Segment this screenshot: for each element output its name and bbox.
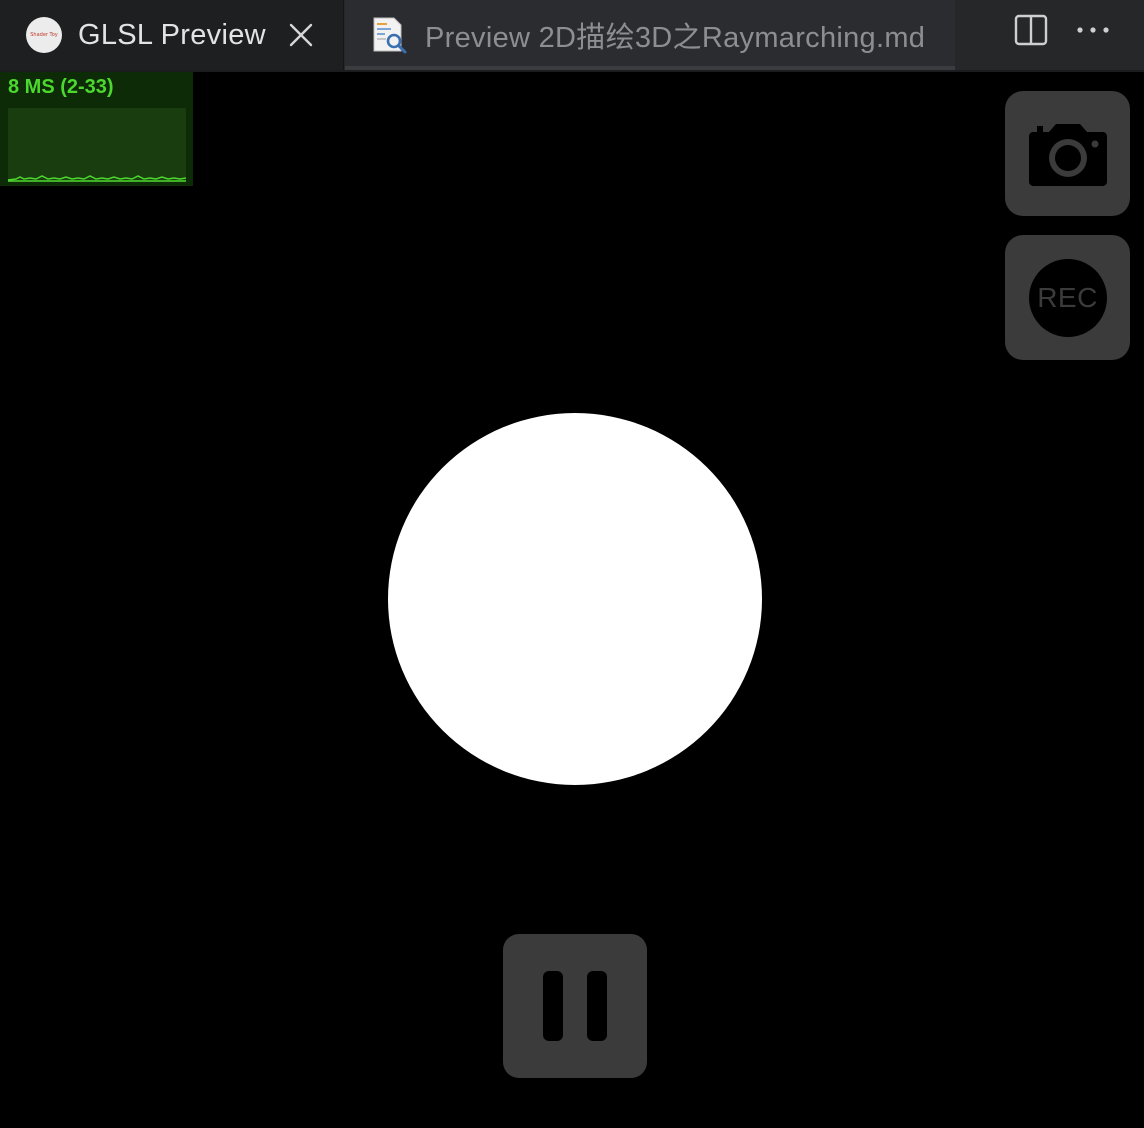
split-editor-button[interactable] <box>1006 0 1056 60</box>
fps-stats-panel[interactable]: 8 MS (2-33) <box>0 72 193 186</box>
tab-title-glsl-preview: GLSL Preview <box>78 18 266 51</box>
shader-canvas[interactable]: 8 MS (2-33) REC <box>0 72 1144 1128</box>
rendered-circle <box>388 413 762 785</box>
more-actions-button[interactable] <box>1068 0 1118 60</box>
record-label: REC <box>1037 281 1098 313</box>
glsl-preview-window: Shader Toy GLSL Preview Preview 2D描绘3D之R… <box>0 0 1144 1128</box>
more-ellipsis-icon <box>1077 27 1109 33</box>
pause-icon-bar-right <box>587 971 607 1041</box>
camera-icon <box>1028 123 1107 186</box>
pause-icon-bar-left <box>543 971 563 1041</box>
split-editor-icon <box>1014 14 1048 46</box>
markdown-preview-icon <box>373 17 407 54</box>
record-button[interactable]: REC <box>1005 235 1130 360</box>
favicon-text: Shader Toy <box>30 32 58 38</box>
frame-time-graph <box>7 108 187 182</box>
snapshot-button[interactable] <box>1005 91 1130 216</box>
pause-button[interactable] <box>503 934 647 1078</box>
record-icon: REC <box>1028 258 1107 337</box>
tab-markdown-preview[interactable]: Preview 2D描绘3D之Raymarching.md <box>345 0 955 70</box>
close-icon[interactable] <box>288 22 314 48</box>
editor-tab-bar: Shader Toy GLSL Preview Preview 2D描绘3D之R… <box>0 0 1144 72</box>
tab-title-markdown-preview: Preview 2D描绘3D之Raymarching.md <box>425 22 926 54</box>
tab-glsl-preview[interactable]: Shader Toy GLSL Preview <box>0 0 344 70</box>
frame-time-label: 8 MS (2-33) <box>8 76 114 98</box>
shader-toy-logo-icon: Shader Toy <box>26 17 62 53</box>
